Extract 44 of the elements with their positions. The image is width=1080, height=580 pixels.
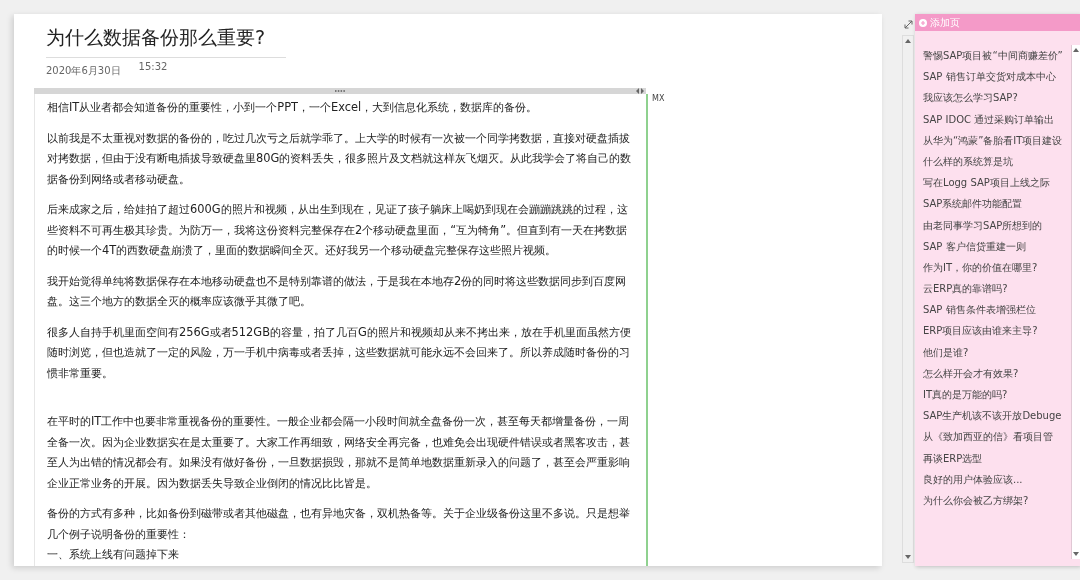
page-list-item[interactable]: ERP项目应该由谁来主导?	[923, 320, 1071, 342]
page-title: 为什么数据备份那么重要?	[46, 25, 286, 58]
note-container-handle[interactable]	[34, 88, 646, 94]
plus-icon	[919, 18, 927, 27]
page-list-item[interactable]: 再谈ERP选型	[923, 447, 1071, 469]
paragraph-text: 备份的方式有多种，比如备份到磁带或者其他磁盘，也有异地灾备，双机热备等。关于企业级备份这里不多说。只是想举几个例子说明备份的重要性：	[47, 505, 631, 543]
page-list-item[interactable]: 什么样的系统算是坑	[923, 150, 1071, 173]
page-list-item[interactable]: 云ERP真的靠谱吗?	[923, 278, 1071, 300]
paragraph-text: 以前我是不太重视对数据的备份的，吃过几次亏之后就学乖了。上大学的时候有一次被一个同学拷数据，直接对硬盘插拔对拷数据，但由于没有断电插拔导致硬盘里80G的资料丢失，很多照片及文档就这样灰飞烟灭。从此我学会了将自己的数据备份到网络或者移动硬盘。	[47, 129, 633, 188]
page-list-item[interactable]: 他们是谁?	[923, 341, 1071, 363]
paragraph-text: 后来成家之后，给娃拍了超过600G的照片和视频，从出生到现在，见证了孩子躺床上喝奶到现在会蹦蹦跳跳的过程，这些资料不可再生极其珍贵。为防万一，我将这份资料完整保存在2个移动硬盘里面，“互为犄角”。但直到有一天在拷数据的时候一个4T的西数硬盘崩溃了，里面的数据瞬间全灭。还好我另一个移动硬盘完整保存这些照片视频。	[47, 201, 629, 259]
page-list-item[interactable]: 我应该怎么学习SAP?	[923, 87, 1071, 109]
page-list-item[interactable]: 从华为“鸿蒙”备胎看IT项目建设	[923, 129, 1071, 151]
scroll-up-icon[interactable]	[905, 39, 911, 43]
paragraph-text: 很多人自持手机里面空间有256G或者512GB的容量，拍了几百G的照片和视频却从来不拷出来，放在手机里面虽然方便随时浏览，但也造就了一定的风险，万一手机中病毒或者丢掉，这些数据就可能永远不会回来了。所以养成随时备份的习惯非常重要。	[47, 323, 632, 382]
paragraph-text: 相信IT从业者都会知道备份的重要性，小到一个PPT，一个Excel，大到信息化系统，数据库的备份。	[47, 99, 539, 116]
resize-icon[interactable]	[636, 88, 644, 94]
page-list-item[interactable]: 为什么你会被乙方绑架?	[923, 489, 1071, 512]
paragraph-text: 我开始觉得单纯将数据保存在本地移动硬盘也不是特别靠谱的做法，于是我在本地存2份的同时将这些数据同步到百度网盘。这三个地方的数据全灭的概率应该微乎其微了吧。	[47, 272, 628, 310]
page-list-item[interactable]: SAP 销售订单交货对成本中心	[923, 66, 1071, 88]
page-list-item[interactable]: IT真的是万能的吗?	[923, 384, 1071, 406]
scrollbar[interactable]	[902, 35, 914, 563]
page-list-item[interactable]: SAP系统邮件功能配置	[923, 193, 1071, 215]
page-time: 15:32	[138, 61, 168, 74]
page-date: 2020年6月30日	[46, 64, 121, 78]
scroll-down-icon[interactable]	[905, 555, 911, 559]
scroll-up-icon[interactable]	[1073, 48, 1079, 52]
author-initials: MX	[652, 94, 665, 103]
page-list-item[interactable]: 作为IT，你的价值在哪里?	[923, 256, 1071, 279]
expand-icon[interactable]	[903, 20, 913, 29]
page-list-item[interactable]: SAP生产机该不该开放Debuge	[923, 405, 1071, 427]
page-list-item[interactable]: 良好的用户体验应该...	[923, 468, 1071, 490]
page-list-item[interactable]: 从《致加西亚的信》看项目管	[923, 426, 1071, 448]
scroll-down-icon[interactable]	[1073, 552, 1079, 556]
page-list-item[interactable]: 警惕SAP项目被“中间商赚差价”	[923, 45, 1071, 67]
scrollbar[interactable]	[1071, 45, 1080, 559]
page-list-item[interactable]: 由老同事学习SAP所想到的	[923, 214, 1071, 236]
paragraph-text: 一、系统上线有问题掉下来	[47, 546, 180, 563]
page-list-item[interactable]: 怎么样开会才有效果?	[923, 362, 1071, 384]
page-list-item[interactable]: SAP 销售条件表增强栏位	[923, 299, 1071, 321]
page-list-item[interactable]: 写在Logg SAP项目上线之际	[923, 172, 1071, 194]
page-list-item[interactable]: SAP 客户信贷重建一则	[923, 235, 1071, 257]
paragraph-text: 在平时的IT工作中也要非常重视备份的重要性。一般企业都会隔一小段时间就全盘备份一次，甚至每天都增量备份，一周全备一次。因为企业数据实在是太重要了。大家工作再细致，网络安全再完备，也难免会出现硬件错误或者黑客攻击，甚至人为出错的情况都会有。如果没有做好备份，一旦数据损毁，那就不是简单地数据重新录入的问题了，甚至会严重影响企业正常业务的开展。因为数据丢失导致企业倒闭的情况比比皆是。	[47, 413, 631, 492]
page-list-item[interactable]: SAP IDOC 通过采购订单输出	[923, 108, 1071, 130]
